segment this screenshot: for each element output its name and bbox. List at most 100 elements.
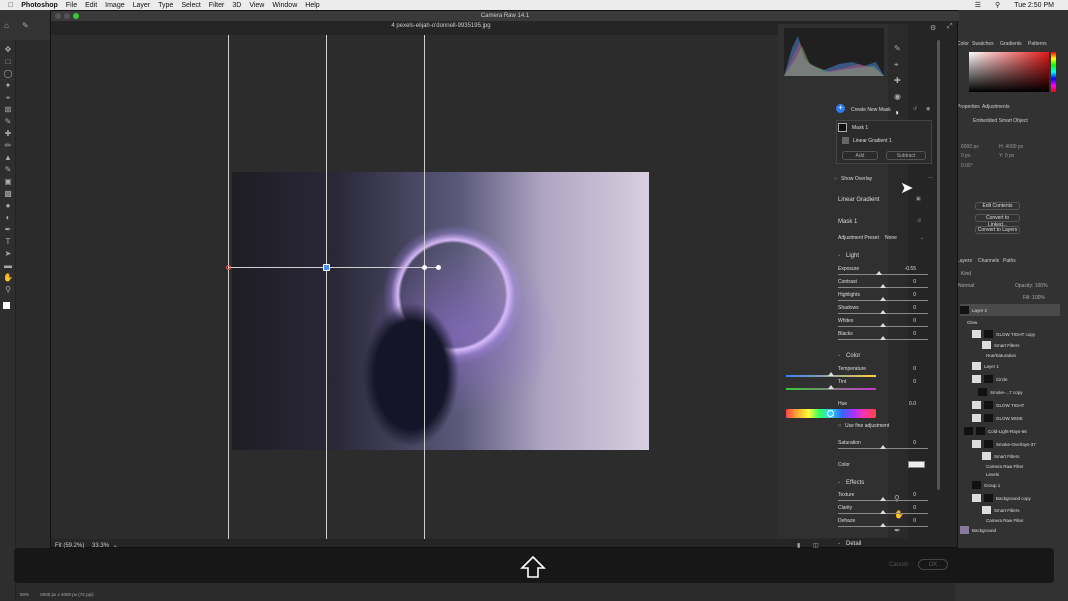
clarity-slider[interactable] xyxy=(838,510,928,514)
mask-icon[interactable]: ◑ xyxy=(894,108,899,117)
layer-row[interactable]: Layer 1 xyxy=(960,360,1060,372)
menu-select[interactable]: Select xyxy=(181,2,200,9)
highlights-value[interactable]: 0 xyxy=(898,292,916,298)
checkbox-icon[interactable]: □ xyxy=(838,423,841,429)
use-fine-adjustment[interactable]: Use fine adjustment xyxy=(845,423,889,429)
tab-paths[interactable]: Paths xyxy=(1003,258,1016,264)
gradient-start-line[interactable] xyxy=(228,35,229,539)
heal-icon[interactable]: ✚ xyxy=(894,76,901,85)
layer-row[interactable]: Smoke-Overlays-37 xyxy=(960,438,1060,450)
menu-window[interactable]: Window xyxy=(272,2,297,9)
layer-row[interactable]: Circle xyxy=(960,373,1060,385)
pen-tool-icon[interactable]: ✒ xyxy=(3,226,13,234)
path-select-icon[interactable]: ➤ xyxy=(3,250,13,258)
color-picker-field[interactable] xyxy=(969,52,1049,92)
cancel-button[interactable]: Cancel xyxy=(889,562,908,568)
hue-value[interactable]: 0.0 xyxy=(898,401,916,407)
subtract-button[interactable]: Subtract xyxy=(886,151,926,160)
blacks-value[interactable]: 0 xyxy=(898,331,916,337)
convert-layers-button[interactable]: Convert to Layers xyxy=(975,226,1020,234)
crop-tool-icon[interactable]: ⌖ xyxy=(3,94,13,102)
hue-strip[interactable] xyxy=(1051,52,1056,92)
crop-icon[interactable]: ⌖ xyxy=(894,60,899,70)
checkbox-icon[interactable]: ○ xyxy=(834,176,837,182)
prop-y[interactable]: Y: 0 px xyxy=(999,153,1014,159)
fill-field[interactable]: Fill: 100% xyxy=(1023,295,1045,301)
reset-icon[interactable]: ↺ xyxy=(917,218,921,224)
tab-gradients[interactable]: Gradients xyxy=(1000,41,1022,47)
fullscreen-icon[interactable]: ⤢ xyxy=(947,23,953,31)
layer-row[interactable]: Cold-Light-Rays-66 xyxy=(960,425,1060,437)
layer-row[interactable]: Group 1 xyxy=(960,479,1060,491)
saturation-slider[interactable] xyxy=(838,445,928,449)
effects-header[interactable]: Effects xyxy=(846,480,864,486)
menu-filter[interactable]: Filter xyxy=(209,2,225,9)
layer-row[interactable]: Background copy xyxy=(960,492,1060,504)
hue-slider[interactable] xyxy=(786,409,876,418)
exposure-slider[interactable] xyxy=(838,271,928,275)
create-mask-plus-icon[interactable]: + xyxy=(836,104,845,113)
chevron-down-icon[interactable]: ⌄ xyxy=(837,540,841,546)
layer-row[interactable]: Background xyxy=(960,524,1060,536)
healing-tool-icon[interactable]: ✚ xyxy=(3,130,13,138)
exposure-value[interactable]: -0.55 xyxy=(898,266,916,272)
mask-thumbnail[interactable] xyxy=(838,123,847,132)
light-header[interactable]: Light xyxy=(846,253,859,259)
move-tool-icon[interactable]: ✥ xyxy=(3,46,13,54)
gradient-center-handle[interactable] xyxy=(323,264,330,271)
mask-name[interactable]: Mask 1 xyxy=(852,125,868,131)
close-window-button[interactable] xyxy=(55,13,61,19)
zoom-tool-icon[interactable]: ⚲ xyxy=(3,286,13,294)
eyedropper-tool-icon[interactable]: ✎ xyxy=(3,118,13,126)
layer-row[interactable]: GLOW WIDE xyxy=(960,412,1060,424)
tab-properties[interactable]: Properties xyxy=(957,104,980,110)
eraser-tool-icon[interactable]: ▣ xyxy=(3,178,13,186)
layer-row[interactable]: Smoke-...7 copy xyxy=(960,386,1060,398)
prop-x[interactable]: 0 px xyxy=(961,153,970,159)
gradient-end-handle[interactable] xyxy=(422,265,427,270)
stamp-tool-icon[interactable]: ▲ xyxy=(3,154,13,162)
prop-angle[interactable]: 0.00° xyxy=(961,163,973,169)
create-new-mask[interactable]: Create New Mask xyxy=(851,107,891,113)
tab-color[interactable]: Color xyxy=(957,41,969,47)
tab-channels[interactable]: Channels xyxy=(978,258,999,264)
gradient-center-line[interactable] xyxy=(326,35,327,539)
menu-type[interactable]: Type xyxy=(158,2,173,9)
highlights-slider[interactable] xyxy=(838,297,928,301)
opacity-field[interactable]: Opacity: 100% xyxy=(1015,283,1048,289)
marquee-tool-icon[interactable]: □ xyxy=(3,58,13,66)
gradient-rotate-handle[interactable] xyxy=(436,265,441,270)
app-menu[interactable]: Photoshop xyxy=(21,2,58,9)
prop-height[interactable]: H: 4000 px xyxy=(999,144,1023,150)
menu-help[interactable]: Help xyxy=(305,2,319,9)
minimize-window-button[interactable] xyxy=(64,13,70,19)
brush-tool-icon[interactable]: ✏ xyxy=(3,142,13,150)
menu-file[interactable]: File xyxy=(66,2,77,9)
whites-value[interactable]: 0 xyxy=(898,318,916,324)
prop-width[interactable]: 6000 px xyxy=(961,144,979,150)
clock[interactable]: Tue 2:50 PM xyxy=(1014,2,1054,9)
menu-layer[interactable]: Layer xyxy=(133,2,151,9)
color-swatch[interactable] xyxy=(908,461,925,468)
ok-button[interactable]: OK xyxy=(918,559,948,570)
chevron-down-icon[interactable]: ⌄ xyxy=(837,479,841,485)
tint-value[interactable]: 0 xyxy=(898,379,916,385)
search-icon[interactable]: ⚲ xyxy=(995,1,1000,9)
shadows-slider[interactable] xyxy=(838,310,928,314)
edit-contents-button[interactable]: Edit Contents xyxy=(975,202,1020,210)
chevron-down-icon[interactable]: ⌄ xyxy=(837,352,841,358)
dehaze-slider[interactable] xyxy=(838,523,928,527)
show-overlay[interactable]: Show Overlay xyxy=(841,176,872,182)
settings-gear-icon[interactable]: ⚙ xyxy=(930,24,936,32)
more-options-icon[interactable]: ⋯ xyxy=(928,175,933,181)
menu-view[interactable]: View xyxy=(249,2,264,9)
menu-3d[interactable]: 3D xyxy=(232,2,241,9)
edit-icon[interactable]: ✎ xyxy=(894,44,901,53)
dehaze-value[interactable]: 0 xyxy=(898,518,916,524)
clarity-value[interactable]: 0 xyxy=(898,505,916,511)
eye-icon[interactable]: ◉ xyxy=(926,106,930,112)
lasso-tool-icon[interactable]: ◯ xyxy=(3,70,13,78)
frame-tool-icon[interactable]: ⊠ xyxy=(3,106,13,114)
chevron-down-icon[interactable]: ⌄ xyxy=(837,252,841,258)
chevron-down-icon[interactable]: ⌄ xyxy=(920,235,924,241)
